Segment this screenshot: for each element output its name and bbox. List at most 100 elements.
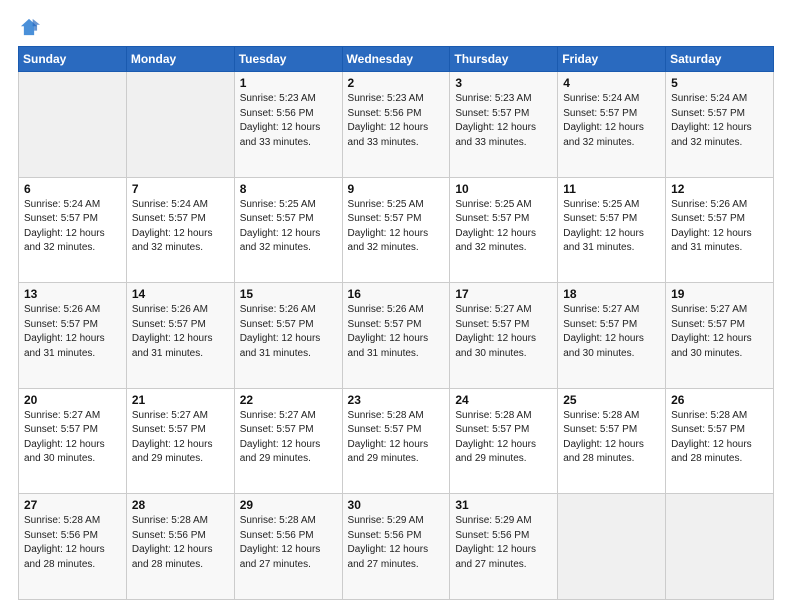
calendar-cell: 5 Sunrise: 5:24 AM Sunset: 5:57 PM Daylig… [666, 72, 774, 178]
calendar-cell: 3 Sunrise: 5:23 AM Sunset: 5:57 PM Daylig… [450, 72, 558, 178]
calendar-cell: 30 Sunrise: 5:29 AM Sunset: 5:56 PM Dayli… [342, 494, 450, 600]
day-number: 17 [455, 287, 552, 301]
calendar-cell: 6Sunrise: 5:24 AM Sunset: 5:57 PM Daylig… [19, 177, 127, 283]
day-info: Sunrise: 5:24 AM Sunset: 5:57 PM Dayligh… [24, 198, 121, 256]
calendar-cell: 20 Sunrise: 5:27 AM Sunset: 5:57 PM Dayli… [19, 388, 127, 494]
calendar-cell: 8 Sunrise: 5:25 AM Sunset: 5:57 PM Daylig… [234, 177, 342, 283]
day-header: Friday [558, 47, 666, 72]
day-number: 21 [132, 393, 229, 407]
day-info: Sunrise: 5:26 AM Sunset: 5:57 PM Dayligh… [348, 303, 445, 361]
day-info: Sunrise: 5:26 AM Sunset: 5:57 PM Dayligh… [132, 303, 229, 361]
day-number: 20 [24, 393, 121, 407]
calendar-cell: 21 Sunrise: 5:27 AM Sunset: 5:57 PM Dayli… [126, 388, 234, 494]
day-number: 31 [455, 498, 552, 512]
day-header: Thursday [450, 47, 558, 72]
day-number: 30 [348, 498, 445, 512]
day-header: Sunday [19, 47, 127, 72]
day-info: Sunrise: 5:25 AM Sunset: 5:57 PM Dayligh… [348, 198, 445, 256]
day-info: Sunrise: 5:24 AM Sunset: 5:57 PM Dayligh… [671, 92, 768, 150]
day-info: Sunrise: 5:29 AM Sunset: 5:56 PM Dayligh… [348, 514, 445, 572]
day-info: Sunrise: 5:28 AM Sunset: 5:56 PM Dayligh… [240, 514, 337, 572]
calendar-cell: 24Sunrise: 5:28 AM Sunset: 5:57 PM Dayli… [450, 388, 558, 494]
day-number: 19 [671, 287, 768, 301]
day-info: Sunrise: 5:27 AM Sunset: 5:57 PM Dayligh… [671, 303, 768, 361]
header [18, 16, 774, 38]
day-header: Tuesday [234, 47, 342, 72]
calendar-cell: 10 Sunrise: 5:25 AM Sunset: 5:57 PM Dayli… [450, 177, 558, 283]
day-header: Monday [126, 47, 234, 72]
day-number: 7 [132, 182, 229, 196]
calendar-cell: 26 Sunrise: 5:28 AM Sunset: 5:57 PM Dayli… [666, 388, 774, 494]
calendar-cell: 2 Sunrise: 5:23 AM Sunset: 5:56 PM Daylig… [342, 72, 450, 178]
day-info: Sunrise: 5:26 AM Sunset: 5:57 PM Dayligh… [24, 303, 121, 361]
day-info: Sunrise: 5:26 AM Sunset: 5:57 PM Dayligh… [671, 198, 768, 256]
page: SundayMondayTuesdayWednesdayThursdayFrid… [0, 0, 792, 612]
day-number: 18 [563, 287, 660, 301]
day-info: Sunrise: 5:28 AM Sunset: 5:57 PM Dayligh… [671, 409, 768, 467]
day-number: 23 [348, 393, 445, 407]
calendar-cell: 25 Sunrise: 5:28 AM Sunset: 5:57 PM Dayli… [558, 388, 666, 494]
day-number: 9 [348, 182, 445, 196]
calendar-cell: 31Sunrise: 5:29 AM Sunset: 5:56 PM Dayli… [450, 494, 558, 600]
day-number: 5 [671, 76, 768, 90]
day-header: Saturday [666, 47, 774, 72]
calendar-cell: 16 Sunrise: 5:26 AM Sunset: 5:57 PM Dayli… [342, 283, 450, 389]
calendar-cell: 29 Sunrise: 5:28 AM Sunset: 5:56 PM Dayli… [234, 494, 342, 600]
calendar-cell [19, 72, 127, 178]
calendar-cell: 11 Sunrise: 5:25 AM Sunset: 5:57 PM Dayli… [558, 177, 666, 283]
calendar-cell: 23Sunrise: 5:28 AM Sunset: 5:57 PM Dayli… [342, 388, 450, 494]
day-header: Wednesday [342, 47, 450, 72]
day-info: Sunrise: 5:27 AM Sunset: 5:57 PM Dayligh… [24, 409, 121, 467]
day-number: 2 [348, 76, 445, 90]
calendar-cell: 19 Sunrise: 5:27 AM Sunset: 5:57 PM Dayli… [666, 283, 774, 389]
day-number: 15 [240, 287, 337, 301]
calendar-cell: 7 Sunrise: 5:24 AM Sunset: 5:57 PM Daylig… [126, 177, 234, 283]
day-number: 1 [240, 76, 337, 90]
day-info: Sunrise: 5:23 AM Sunset: 5:57 PM Dayligh… [455, 92, 552, 150]
day-info: Sunrise: 5:27 AM Sunset: 5:57 PM Dayligh… [563, 303, 660, 361]
day-info: Sunrise: 5:25 AM Sunset: 5:57 PM Dayligh… [240, 198, 337, 256]
day-number: 29 [240, 498, 337, 512]
day-number: 26 [671, 393, 768, 407]
calendar-cell: 18 Sunrise: 5:27 AM Sunset: 5:57 PM Dayli… [558, 283, 666, 389]
calendar-cell [126, 72, 234, 178]
day-number: 16 [348, 287, 445, 301]
calendar-cell: 28 Sunrise: 5:28 AM Sunset: 5:56 PM Dayli… [126, 494, 234, 600]
day-info: Sunrise: 5:28 AM Sunset: 5:57 PM Dayligh… [563, 409, 660, 467]
calendar-cell [666, 494, 774, 600]
calendar-cell: 12Sunrise: 5:26 AM Sunset: 5:57 PM Dayli… [666, 177, 774, 283]
day-info: Sunrise: 5:25 AM Sunset: 5:57 PM Dayligh… [455, 198, 552, 256]
day-number: 28 [132, 498, 229, 512]
day-info: Sunrise: 5:27 AM Sunset: 5:57 PM Dayligh… [132, 409, 229, 467]
day-number: 25 [563, 393, 660, 407]
calendar-cell: 13 Sunrise: 5:26 AM Sunset: 5:57 PM Dayli… [19, 283, 127, 389]
day-info: Sunrise: 5:23 AM Sunset: 5:56 PM Dayligh… [348, 92, 445, 150]
day-info: Sunrise: 5:24 AM Sunset: 5:57 PM Dayligh… [132, 198, 229, 256]
day-number: 11 [563, 182, 660, 196]
day-number: 14 [132, 287, 229, 301]
calendar-cell: 15Sunrise: 5:26 AM Sunset: 5:57 PM Dayli… [234, 283, 342, 389]
day-info: Sunrise: 5:28 AM Sunset: 5:56 PM Dayligh… [24, 514, 121, 572]
day-number: 22 [240, 393, 337, 407]
calendar-cell: 1 Sunrise: 5:23 AM Sunset: 5:56 PM Daylig… [234, 72, 342, 178]
calendar-cell [558, 494, 666, 600]
calendar-cell: 17 Sunrise: 5:27 AM Sunset: 5:57 PM Dayli… [450, 283, 558, 389]
day-info: Sunrise: 5:28 AM Sunset: 5:56 PM Dayligh… [132, 514, 229, 572]
day-info: Sunrise: 5:27 AM Sunset: 5:57 PM Dayligh… [455, 303, 552, 361]
day-number: 13 [24, 287, 121, 301]
day-info: Sunrise: 5:25 AM Sunset: 5:57 PM Dayligh… [563, 198, 660, 256]
day-number: 3 [455, 76, 552, 90]
day-info: Sunrise: 5:23 AM Sunset: 5:56 PM Dayligh… [240, 92, 337, 150]
calendar-cell: 22 Sunrise: 5:27 AM Sunset: 5:57 PM Dayli… [234, 388, 342, 494]
calendar-cell: 14 Sunrise: 5:26 AM Sunset: 5:57 PM Dayli… [126, 283, 234, 389]
day-number: 4 [563, 76, 660, 90]
day-number: 27 [24, 498, 121, 512]
day-info: Sunrise: 5:28 AM Sunset: 5:57 PM Dayligh… [455, 409, 552, 467]
day-number: 8 [240, 182, 337, 196]
day-info: Sunrise: 5:24 AM Sunset: 5:57 PM Dayligh… [563, 92, 660, 150]
calendar-cell: 9 Sunrise: 5:25 AM Sunset: 5:57 PM Daylig… [342, 177, 450, 283]
day-number: 10 [455, 182, 552, 196]
calendar-cell: 4 Sunrise: 5:24 AM Sunset: 5:57 PM Daylig… [558, 72, 666, 178]
day-info: Sunrise: 5:27 AM Sunset: 5:57 PM Dayligh… [240, 409, 337, 467]
calendar-cell: 27 Sunrise: 5:28 AM Sunset: 5:56 PM Dayli… [19, 494, 127, 600]
